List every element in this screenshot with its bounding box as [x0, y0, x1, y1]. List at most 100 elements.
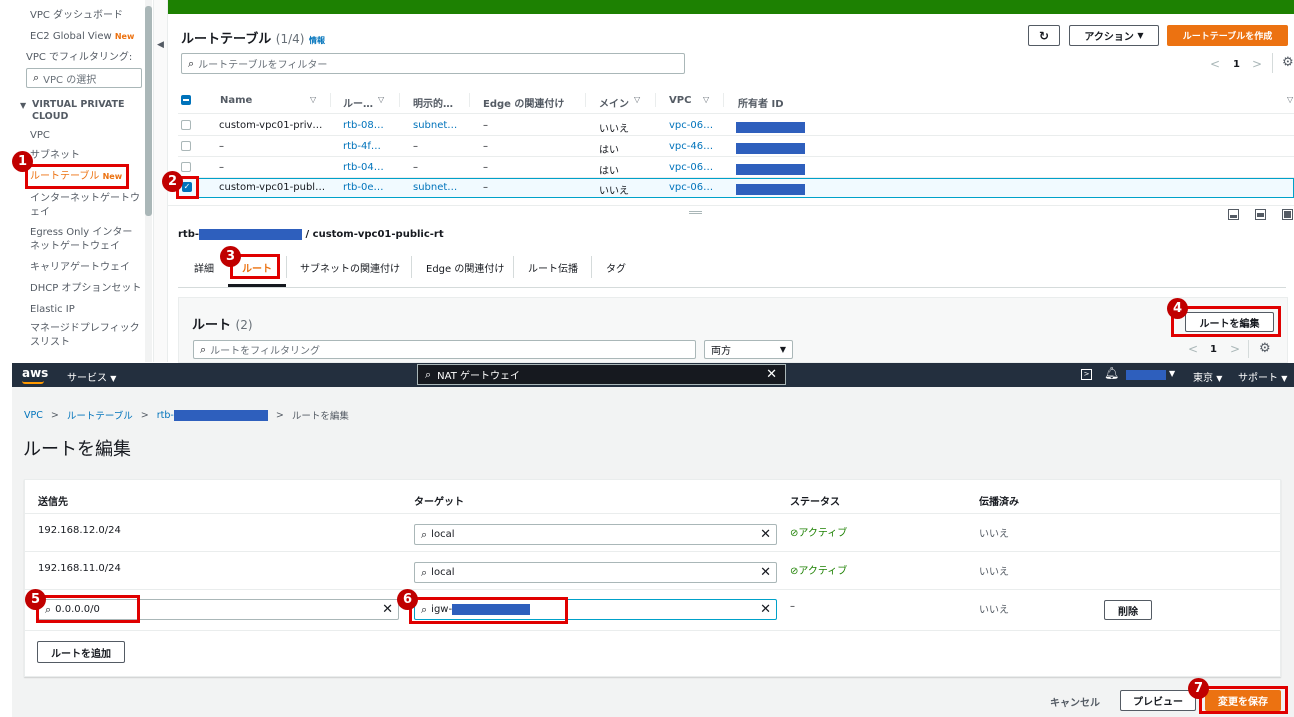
route-target-input[interactable]: ⌕ local ✕: [414, 524, 777, 545]
column-owner-id[interactable]: 所有者 ID: [738, 95, 784, 110]
table-row[interactable]: – rtb-4f… – – はい vpc-46…: [178, 137, 1294, 157]
panel-splitter[interactable]: [168, 205, 1294, 220]
collapse-left-icon[interactable]: ◀: [157, 40, 164, 50]
clear-icon[interactable]: ✕: [382, 602, 393, 617]
column-edge-association[interactable]: Edge の関連付け: [483, 95, 564, 110]
column-explicit-subnet[interactable]: 明示的…: [413, 95, 453, 110]
route-target-input[interactable]: ⌕ local ✕: [414, 562, 777, 583]
route-propagated: いいえ: [979, 529, 1009, 540]
sort-icon[interactable]: ▽: [378, 95, 384, 104]
aws-logo[interactable]: aws: [22, 366, 48, 380]
propagation-select[interactable]: 両方 ▼: [704, 340, 793, 359]
settings-gear-icon[interactable]: ⚙: [1282, 55, 1294, 70]
tab-details[interactable]: 詳細: [194, 260, 214, 275]
sidebar-item-prefix-list[interactable]: マネージドプレフィックスリスト: [30, 322, 142, 350]
cloudshell-icon[interactable]: >: [1081, 369, 1092, 380]
search-icon: ⌕: [421, 565, 428, 579]
row-checkbox[interactable]: [181, 162, 191, 172]
breadcrumb-route-tables[interactable]: ルートテーブル: [67, 408, 133, 422]
column-name[interactable]: Name: [220, 95, 252, 106]
cell-vpc[interactable]: vpc-06…: [669, 120, 713, 131]
cell-vpc[interactable]: vpc-06…: [669, 162, 713, 173]
sidebar-item-ec2-global-view[interactable]: EC2 Global View New: [30, 30, 134, 44]
sort-icon[interactable]: ▽: [1287, 95, 1293, 104]
column-propagated: 伝播済み: [979, 497, 1019, 508]
cell-vpc[interactable]: vpc-06…: [669, 182, 713, 193]
tab-edge-associations[interactable]: Edge の関連付け: [426, 260, 504, 275]
sort-icon[interactable]: ▽: [634, 95, 640, 104]
account-name-redaction[interactable]: [1126, 370, 1166, 380]
table-row-selected[interactable]: ✓ custom-vpc01-publ… rtb-0e… subnet… – い…: [178, 178, 1294, 198]
next-page-icon[interactable]: >: [1252, 57, 1262, 71]
settings-gear-icon[interactable]: ⚙: [1259, 341, 1271, 356]
sidebar-item-dhcp-options[interactable]: DHCP オプションセット: [30, 282, 141, 296]
sidebar-item-egress-only-igw[interactable]: Egress Only インターネットゲートウェイ: [30, 226, 142, 254]
clear-icon[interactable]: ✕: [760, 527, 771, 542]
next-page-icon[interactable]: >: [1230, 342, 1240, 356]
split-bottom-icon[interactable]: [1228, 209, 1239, 220]
cell-vpc[interactable]: vpc-46…: [669, 141, 713, 152]
sidebar-item-subnets[interactable]: サブネット: [30, 149, 80, 163]
prev-page-icon[interactable]: <: [1210, 57, 1220, 71]
remove-route-button[interactable]: 削除: [1104, 600, 1152, 620]
sort-icon[interactable]: ▽: [310, 95, 316, 104]
split-full-icon[interactable]: [1282, 209, 1293, 220]
sidebar-scrollbar[interactable]: [145, 0, 152, 362]
select-all-checkbox[interactable]: [181, 95, 191, 105]
info-link[interactable]: 情報: [309, 36, 325, 45]
sort-icon[interactable]: ▽: [703, 95, 709, 104]
sidebar-item-internet-gateway[interactable]: インターネットゲートウェイ: [30, 192, 142, 220]
route-filter-input[interactable]: ⌕ ルートをフィルタリング: [193, 340, 696, 359]
row-checkbox[interactable]: [181, 120, 191, 130]
column-route-table-id[interactable]: ルー…: [343, 95, 373, 110]
create-route-table-button[interactable]: ルートテーブルを作成: [1167, 25, 1288, 46]
sidebar-item-carrier-gateway[interactable]: キャリアゲートウェイ: [30, 261, 130, 275]
table-row[interactable]: – rtb-04… – – はい vpc-06…: [178, 158, 1294, 178]
tab-route-propagation[interactable]: ルート伝播: [528, 260, 578, 275]
column-main[interactable]: メイン: [599, 95, 629, 110]
global-search-input[interactable]: ⌕ NAT ゲートウェイ ✕: [417, 364, 786, 385]
page-number[interactable]: 1: [1233, 59, 1240, 70]
drag-handle-icon[interactable]: [689, 211, 702, 214]
cell-route-table-id[interactable]: rtb-08…: [343, 120, 384, 131]
caret-down-icon[interactable]: ▼: [20, 101, 26, 110]
notification-bell-icon[interactable]: 🔔︎: [1104, 366, 1119, 380]
sidebar-section-title[interactable]: VIRTUAL PRIVATE CLOUD: [32, 99, 142, 123]
cell-explicit-subnet[interactable]: subnet…: [413, 120, 457, 131]
table-row[interactable]: custom-vpc01-priv… rtb-08… subnet… – いいえ…: [178, 116, 1294, 136]
caret-down-icon[interactable]: ▼: [1169, 369, 1175, 378]
refresh-button[interactable]: ↻: [1028, 25, 1060, 46]
tab-tags[interactable]: タグ: [606, 260, 626, 275]
page-number[interactable]: 1: [1210, 344, 1217, 355]
split-side-icon[interactable]: [1255, 209, 1266, 220]
actions-button[interactable]: アクション ▼: [1069, 25, 1159, 46]
cell-edge: –: [483, 141, 488, 152]
rtb-id-redaction: [199, 229, 303, 240]
sidebar-item-vpc[interactable]: VPC: [30, 129, 50, 143]
cell-route-table-id[interactable]: rtb-04…: [343, 162, 384, 173]
prev-page-icon[interactable]: <: [1188, 342, 1198, 356]
services-menu[interactable]: サービス ▼: [67, 369, 116, 384]
vpc-select[interactable]: ⌕ VPC の選択: [26, 68, 142, 88]
clear-icon[interactable]: ✕: [766, 367, 777, 382]
breadcrumb-rtb[interactable]: rtb-: [157, 410, 174, 421]
route-status: –: [790, 601, 795, 612]
cell-explicit-subnet[interactable]: subnet…: [413, 182, 457, 193]
sidebar-item-dashboard[interactable]: VPC ダッシュボード: [30, 9, 123, 23]
clear-icon[interactable]: ✕: [760, 602, 771, 617]
region-menu[interactable]: 東京 ▼: [1193, 369, 1222, 384]
caret-down-icon: ▼: [110, 374, 117, 383]
cell-route-table-id[interactable]: rtb-0e…: [343, 182, 384, 193]
tab-subnet-associations[interactable]: サブネットの関連付け: [300, 260, 400, 275]
cancel-button[interactable]: キャンセル: [1050, 694, 1100, 709]
column-vpc[interactable]: VPC: [669, 95, 691, 106]
breadcrumb-vpc[interactable]: VPC: [24, 410, 43, 421]
sidebar-item-elastic-ip[interactable]: Elastic IP: [30, 303, 75, 317]
cell-route-table-id[interactable]: rtb-4f…: [343, 141, 381, 152]
support-menu[interactable]: サポート ▼: [1238, 369, 1287, 384]
preview-button[interactable]: プレビュー: [1120, 690, 1196, 711]
add-route-button[interactable]: ルートを追加: [37, 641, 125, 663]
route-table-filter-input[interactable]: ⌕ ルートテーブルをフィルター: [181, 53, 685, 74]
row-checkbox[interactable]: [181, 141, 191, 151]
clear-icon[interactable]: ✕: [760, 565, 771, 580]
